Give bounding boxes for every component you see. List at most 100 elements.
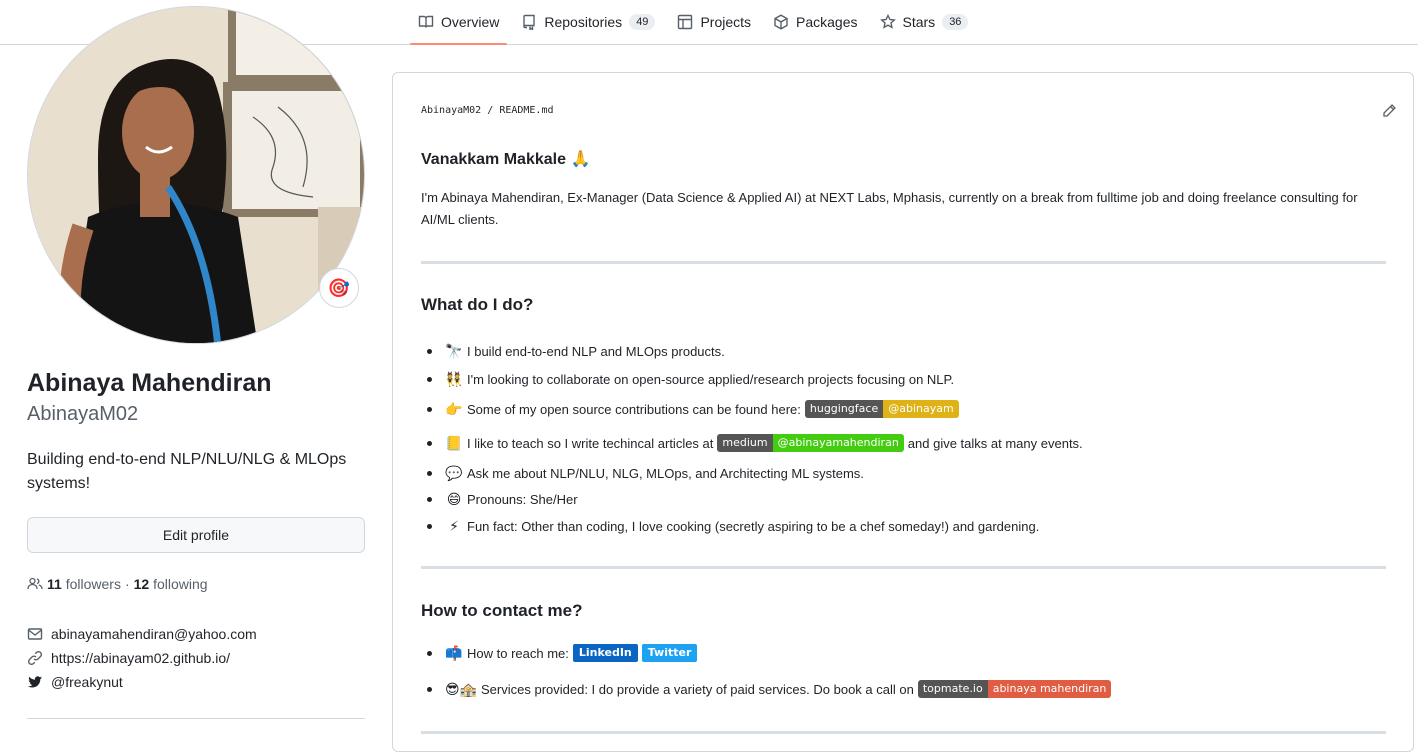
- list-item-text: I build end-to-end NLP and MLOps product…: [467, 343, 725, 359]
- huggingface-badge[interactable]: huggingface @abinayam: [804, 400, 959, 418]
- repositories-count: 49: [629, 14, 656, 30]
- lightning-icon: ⚡: [449, 517, 459, 534]
- tab-overview[interactable]: Overview: [410, 0, 508, 45]
- list-item-text: Services provided: I do provide a variet…: [481, 681, 914, 697]
- linkedin-badge[interactable]: LinkedIn: [572, 644, 638, 662]
- readme-file-link[interactable]: README.md: [499, 105, 553, 116]
- readme-path: AbinayaM02 / README.md: [421, 105, 554, 116]
- people-icon: [27, 577, 43, 590]
- list-item-text: I like to teach so I write techincal art…: [467, 435, 714, 451]
- speech-bubble-icon: 💬: [445, 464, 463, 481]
- pointing-hand-icon: 👉: [445, 400, 463, 417]
- badge-value: abinaya mahendiran: [987, 680, 1112, 698]
- edit-profile-button[interactable]: Edit profile: [27, 517, 365, 553]
- readme-path-sep: /: [487, 105, 494, 116]
- mail-icon: [27, 628, 43, 640]
- list-item-text: How to reach me:: [467, 645, 569, 661]
- avatar[interactable]: [27, 6, 365, 344]
- package-icon: [774, 14, 788, 30]
- medium-badge[interactable]: medium @abinayamahendiran: [717, 434, 904, 452]
- tab-packages[interactable]: Packages: [765, 0, 865, 44]
- contact-heading: How to contact me?: [421, 601, 583, 620]
- followers-count: 11: [47, 576, 62, 592]
- follow-stats: 11 followers · 12 following: [27, 576, 208, 592]
- twitter-badge[interactable]: Twitter: [641, 644, 698, 662]
- contact-list: 📫 How to reach me: LinkedIn Twitter 😎🏤 S…: [421, 642, 1112, 700]
- following-link[interactable]: 12 following: [134, 576, 208, 592]
- tab-stars-label: Stars: [902, 14, 936, 30]
- pencil-icon: [1383, 104, 1396, 117]
- topmate-badge[interactable]: topmate.io abinaya mahendiran: [917, 680, 1112, 698]
- badge-label: huggingface: [804, 400, 884, 418]
- followers-link[interactable]: 11 followers: [47, 576, 121, 592]
- followers-label: followers: [65, 576, 121, 592]
- badge-value: @abinayamahendiran: [772, 434, 904, 452]
- repo-icon: [523, 14, 536, 30]
- readme-card: AbinayaM02 / README.md Vanakkam Makkale …: [392, 72, 1414, 752]
- tab-projects-label: Projects: [700, 14, 752, 30]
- badge-label: medium: [717, 434, 773, 452]
- smile-icon: 😄: [446, 490, 462, 507]
- following-count: 12: [133, 576, 150, 592]
- pray-icon: 🙏: [570, 151, 591, 168]
- follow-separator: ·: [124, 576, 130, 592]
- notebook-icon: 📒: [445, 434, 463, 451]
- book-icon: [418, 15, 434, 28]
- twitter-handle[interactable]: @freakynut: [51, 674, 123, 690]
- list-item-text: Fun fact: Other than coding, I love cook…: [467, 518, 1040, 534]
- target-icon: 🎯: [327, 277, 351, 298]
- email-link[interactable]: abinayamahendiran@yahoo.com: [51, 626, 257, 642]
- greeting-text: Vanakkam Makkale: [421, 151, 566, 168]
- tab-packages-label: Packages: [796, 14, 858, 30]
- vcard-details: abinayamahendiran@yahoo.com https://abin…: [27, 622, 257, 694]
- vcard-email[interactable]: abinayamahendiran@yahoo.com: [27, 622, 257, 646]
- tab-projects[interactable]: Projects: [669, 0, 759, 44]
- readme-greeting: Vanakkam Makkale 🙏: [421, 149, 590, 169]
- tab-stars[interactable]: Stars 36: [872, 0, 977, 44]
- list-item: 😄 Pronouns: She/Her: [421, 488, 1083, 510]
- dancers-icon: 👯: [445, 370, 463, 387]
- profile-name: Abinaya Mahendiran: [27, 369, 272, 397]
- twitter-icon: [28, 676, 42, 688]
- list-item-text: I'm looking to collaborate on open-sourc…: [467, 371, 955, 387]
- edit-readme-button[interactable]: [1381, 103, 1397, 124]
- link-icon: [27, 650, 43, 666]
- readme-divider-2: [421, 566, 1386, 569]
- tab-repositories[interactable]: Repositories 49: [513, 0, 663, 44]
- vcard-website[interactable]: https://abinayam02.github.io/: [27, 646, 257, 670]
- sidebar-divider: [27, 718, 365, 719]
- tab-overview-label: Overview: [441, 14, 500, 30]
- stars-count: 36: [942, 14, 969, 30]
- badge-label: topmate.io: [917, 680, 988, 698]
- list-item: 🔭 I build end-to-end NLP and MLOps produ…: [421, 340, 1083, 362]
- mailbox-icon: 📫: [445, 644, 463, 661]
- list-item-text: and give talks at many events.: [907, 435, 1083, 451]
- list-item: 📫 How to reach me: LinkedIn Twitter: [421, 642, 1111, 664]
- star-icon: [879, 14, 896, 29]
- list-item: 📒 I like to teach so I write techincal a…: [421, 432, 1083, 454]
- list-item: 😎🏤 Services provided: I do provide a var…: [421, 678, 1112, 700]
- list-item: 💬 Ask me about NLP/NLU, NLG, MLOps, and …: [421, 462, 1083, 484]
- table-icon: [678, 14, 693, 30]
- avatar-photo: [28, 7, 364, 343]
- vcard-twitter[interactable]: @freakynut: [27, 670, 257, 694]
- what-list: 🔭 I build end-to-end NLP and MLOps produ…: [421, 340, 1083, 537]
- list-item: ⚡ Fun fact: Other than coding, I love co…: [421, 515, 1083, 537]
- list-item-text: Some of my open source contributions can…: [467, 401, 801, 417]
- services-icon: 😎🏤: [445, 680, 478, 697]
- following-label: following: [153, 576, 208, 592]
- badge-value: @abinayam: [883, 400, 959, 418]
- status-emoji-button[interactable]: 🎯: [319, 268, 359, 308]
- profile-login: AbinayaM02: [27, 403, 139, 425]
- tab-repositories-label: Repositories: [544, 14, 623, 30]
- telescope-icon: 🔭: [445, 342, 463, 359]
- readme-user-link[interactable]: AbinayaM02: [421, 105, 481, 116]
- list-item-text: Ask me about NLP/NLU, NLG, MLOps, and Ar…: [467, 465, 864, 481]
- readme-intro: I'm Abinaya Mahendiran, Ex-Manager (Data…: [421, 190, 1358, 227]
- website-link[interactable]: https://abinayam02.github.io/: [51, 650, 230, 666]
- what-heading: What do I do?: [421, 295, 534, 314]
- list-item-text: Pronouns: She/Her: [467, 491, 578, 507]
- list-item: 👯 I'm looking to collaborate on open-sou…: [421, 368, 1083, 390]
- list-item: 👉 Some of my open source contributions c…: [421, 398, 1083, 420]
- readme-divider-1: [421, 261, 1386, 264]
